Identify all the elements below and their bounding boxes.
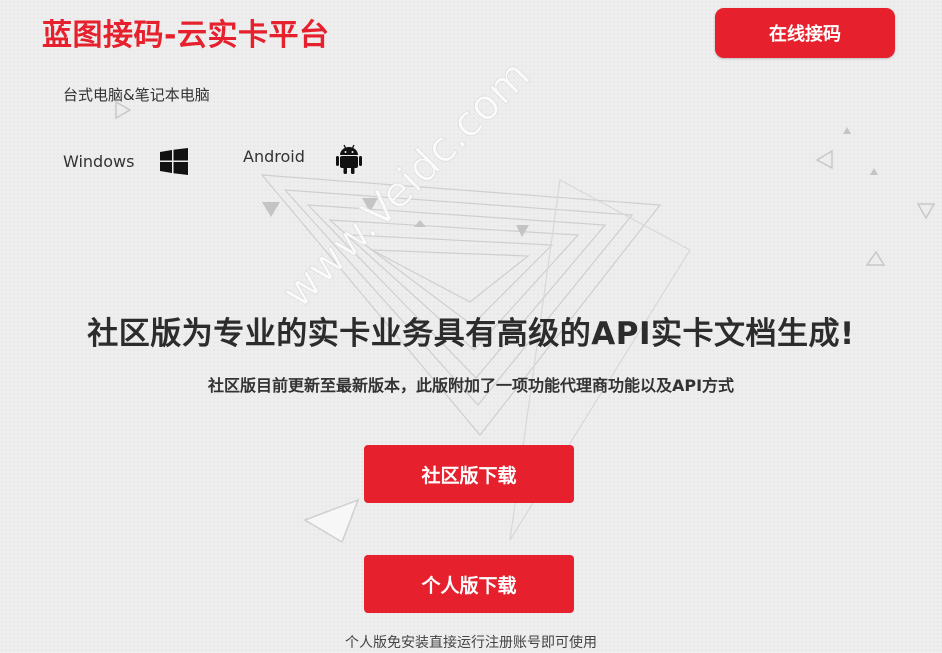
hero-subline: 社区版目前更新至最新版本，此版附加了一项功能代理商功能以及API方式 (207, 376, 735, 395)
personal-download-note: 个人版免安装直接运行注册账号即可使用 (345, 635, 597, 651)
windows-label: Windows (63, 152, 135, 171)
watermark-text: www.Veidc.com (272, 50, 539, 317)
community-download-button[interactable]: 社区版下载 (364, 445, 574, 503)
platform-title: 台式电脑&笔记本电脑 (63, 86, 210, 104)
online-receive-button[interactable]: 在线接码 (715, 8, 895, 58)
android-label: Android (243, 147, 305, 166)
site-logo[interactable]: 蓝图接码-云实卡平台 (42, 10, 329, 54)
hero-headline: 社区版为专业的实卡业务具有高级的API实卡文档生成! (87, 316, 855, 352)
android-robot-icon (336, 144, 362, 174)
personal-download-button[interactable]: 个人版下载 (364, 555, 574, 613)
windows-logo-icon (160, 148, 188, 175)
